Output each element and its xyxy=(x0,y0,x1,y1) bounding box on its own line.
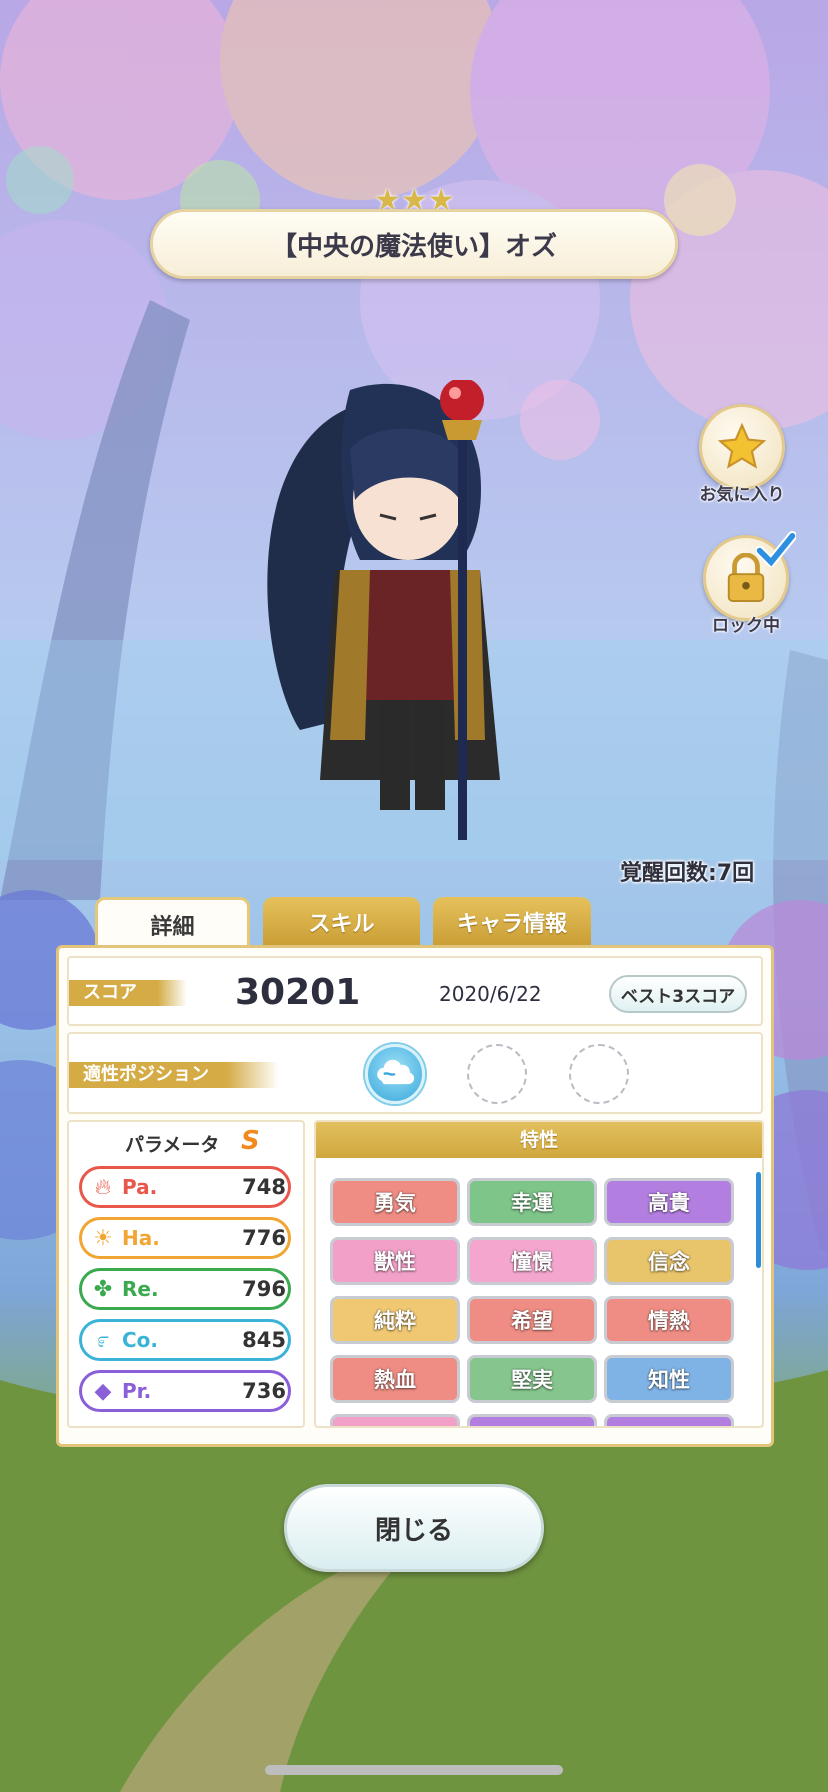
diamond-icon: ◆ xyxy=(94,1378,112,1404)
trait-item[interactable]: 幸運 xyxy=(467,1178,597,1226)
position-label: 適性ポジション xyxy=(69,1062,279,1088)
lock-button[interactable]: ロック中 xyxy=(696,531,796,636)
trait-scrollbar[interactable] xyxy=(756,1172,761,1268)
stat-value: 845 xyxy=(242,1328,286,1352)
tab-details[interactable]: 詳細 xyxy=(95,897,250,949)
awaken-count: 覚醒回数:7回 xyxy=(620,861,755,886)
score-date: 2020/6/22 xyxy=(439,982,542,1006)
parameter-box: パラメータ S 🔥︎ Pa. 748 ☀ Ha. 776 ✤ Re. 796 ೯… xyxy=(67,1120,305,1428)
favorite-label: お気に入り xyxy=(699,485,785,505)
trait-item[interactable]: 信念 xyxy=(604,1237,734,1285)
trait-item[interactable]: 獣性 xyxy=(330,1237,460,1285)
close-button[interactable]: 閉じる xyxy=(284,1484,544,1572)
stat-value: 736 xyxy=(242,1379,286,1403)
stat-re: ✤ Re. 796 xyxy=(79,1268,291,1310)
trait-header: 特性 xyxy=(316,1122,762,1158)
stat-value: 796 xyxy=(242,1277,286,1301)
stat-name: Pa. xyxy=(122,1175,158,1199)
position-slot-empty[interactable] xyxy=(569,1044,629,1104)
tab-chara-info[interactable]: キャラ情報 xyxy=(433,897,591,947)
favorite-button[interactable]: お気に入り xyxy=(692,404,792,505)
stat-pa: 🔥︎ Pa. 748 xyxy=(79,1166,291,1208)
trait-item-partial xyxy=(330,1414,460,1426)
parameter-title: パラメータ xyxy=(125,1134,220,1156)
trait-item[interactable]: 高貴 xyxy=(604,1178,734,1226)
stat-pr: ◆ Pr. 736 xyxy=(79,1370,291,1412)
lock-label: ロック中 xyxy=(712,616,780,636)
stat-ha: ☀ Ha. 776 xyxy=(79,1217,291,1259)
card-title: 【中央の魔法使い】オズ xyxy=(150,209,678,279)
cloud-icon xyxy=(377,1059,415,1085)
clover-icon: ✤ xyxy=(93,1276,113,1302)
position-slot-empty[interactable] xyxy=(467,1044,527,1104)
check-icon xyxy=(756,531,796,567)
trait-item[interactable]: 希望 xyxy=(467,1296,597,1344)
flame-icon: 🔥︎ xyxy=(94,1174,112,1200)
score-value: 30201 xyxy=(235,972,361,1013)
trait-item[interactable]: 堅実 xyxy=(467,1355,597,1403)
sun-icon: ☀ xyxy=(93,1225,113,1251)
score-label: スコア xyxy=(69,980,187,1006)
stat-name: Re. xyxy=(122,1277,159,1301)
score-row: スコア 30201 2020/6/22 ベスト3スコア xyxy=(67,956,763,1026)
stat-value: 748 xyxy=(242,1175,286,1199)
tab-skill[interactable]: スキル xyxy=(263,897,420,947)
position-row: 適性ポジション xyxy=(67,1032,763,1114)
best3-score-button[interactable]: ベスト3スコア xyxy=(609,975,747,1013)
details-panel: スコア 30201 2020/6/22 ベスト3スコア 適性ポジション パラメー… xyxy=(56,945,774,1447)
stat-name: Pr. xyxy=(122,1379,152,1403)
trait-item[interactable]: 知性 xyxy=(604,1355,734,1403)
trait-item[interactable]: 勇気 xyxy=(330,1178,460,1226)
trait-item[interactable]: 熱血 xyxy=(330,1355,460,1403)
trait-item[interactable]: 憧憬 xyxy=(467,1237,597,1285)
home-indicator[interactable] xyxy=(265,1765,563,1775)
stat-co: ೯ Co. 845 xyxy=(79,1319,291,1361)
stat-name: Co. xyxy=(122,1328,159,1352)
trait-item[interactable]: 情熱 xyxy=(604,1296,734,1344)
position-slot-filled[interactable] xyxy=(365,1044,425,1104)
trait-item[interactable]: 純粋 xyxy=(330,1296,460,1344)
stat-value: 776 xyxy=(242,1226,286,1250)
trait-item-partial xyxy=(604,1414,734,1426)
trait-item-partial xyxy=(467,1414,597,1426)
parameter-rank: S xyxy=(241,1126,260,1156)
trait-box: 特性 勇気 幸運 高貴 獣性 憧憬 信念 純粋 希望 情熱 熱血 堅実 知性 xyxy=(314,1120,764,1428)
swirl-icon: ೯ xyxy=(96,1327,110,1353)
stat-name: Ha. xyxy=(122,1226,160,1250)
star-icon xyxy=(699,404,785,490)
character-illustration xyxy=(267,380,500,840)
